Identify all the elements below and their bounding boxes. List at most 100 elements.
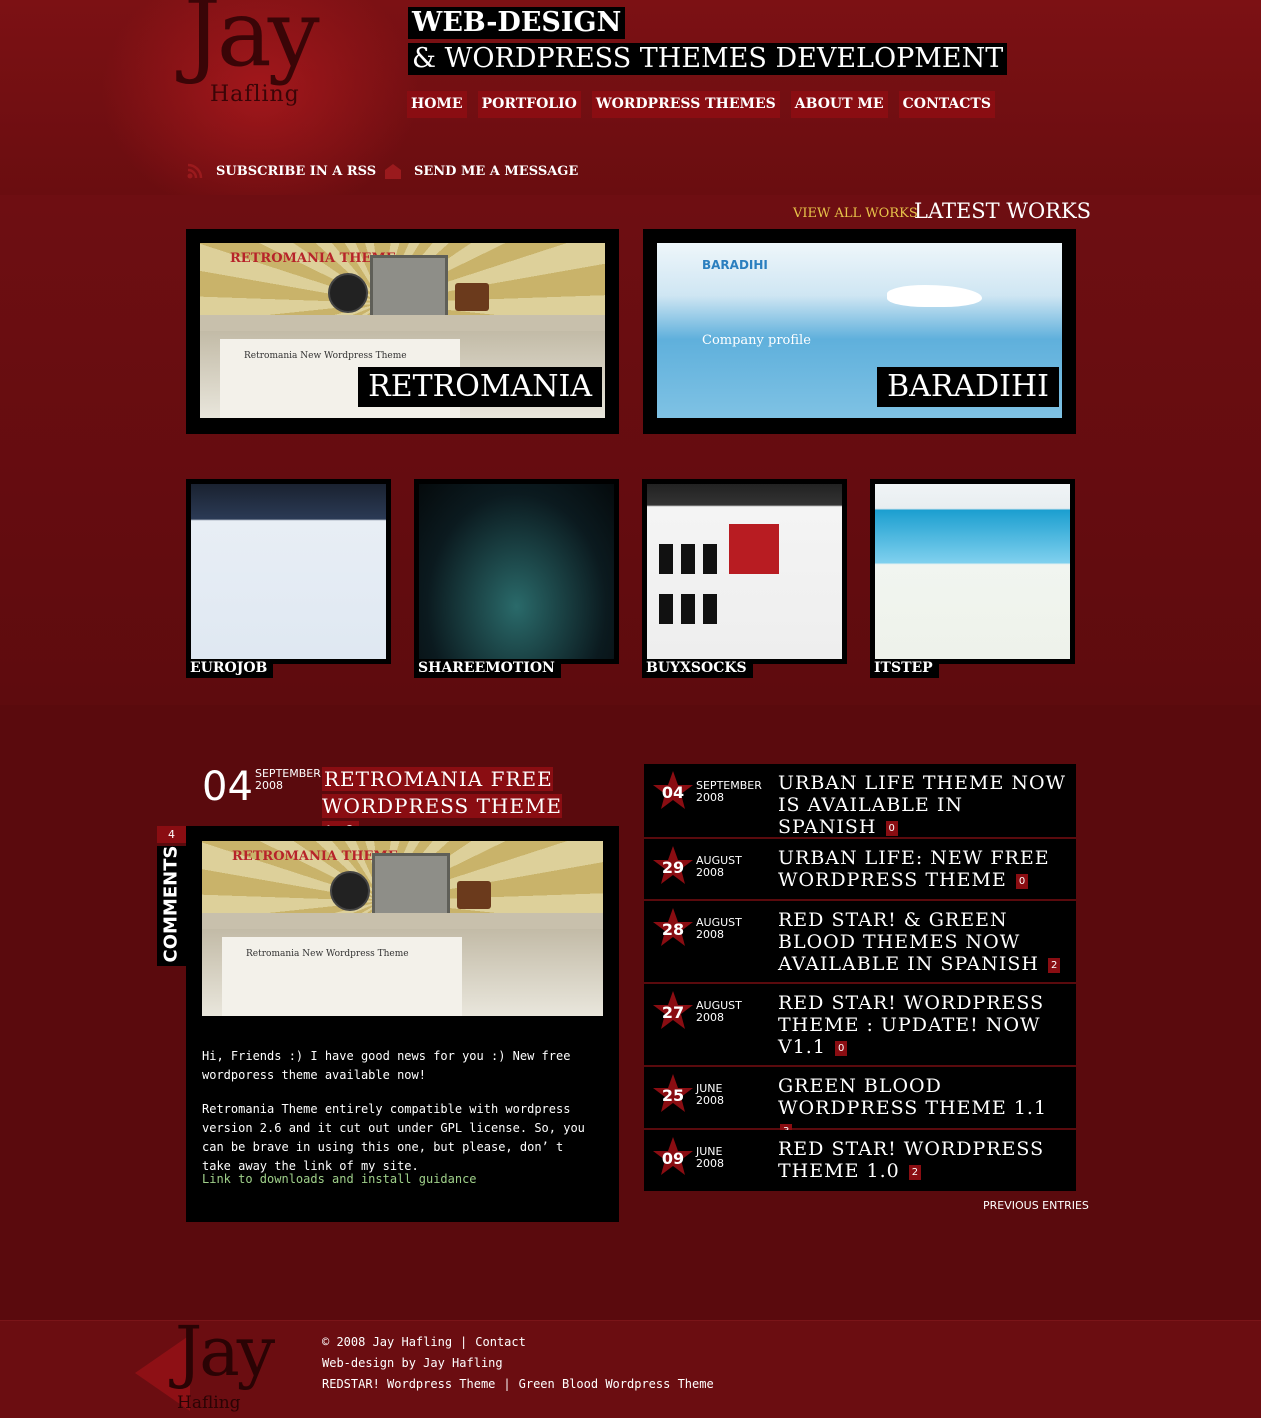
- news-year: 2008: [696, 791, 724, 804]
- site-title-line1: WEB-DESIGN: [408, 7, 626, 39]
- nav-home[interactable]: HOME: [407, 91, 467, 118]
- work-eurojob[interactable]: EUROJOB: [186, 479, 391, 678]
- news-day: 25: [661, 1086, 685, 1105]
- download-link[interactable]: Link to downloads and install guidance: [202, 1172, 477, 1186]
- comment-count-badge[interactable]: 0: [885, 820, 898, 836]
- work-label: SHAREEMOTION: [414, 659, 561, 678]
- message-label: SEND ME A MESSAGE: [414, 163, 579, 179]
- shareemotion-screenshot: [419, 484, 614, 659]
- news-title-text[interactable]: GREEN BLOOD WORDPRESS THEME 1.1: [778, 1075, 1047, 1119]
- logo-sub: Hafling: [210, 82, 300, 107]
- footer-logo[interactable]: Jay Hafling: [135, 1319, 315, 1417]
- retro-screen-post: Retromania New Wordpress Theme: [244, 351, 407, 361]
- work-shareemotion[interactable]: SHAREEMOTION: [414, 479, 619, 678]
- post-screenshot: RETROMANIA THEME Retromania New Wordpres…: [202, 841, 603, 1016]
- work-retromania[interactable]: RETROMANIA THEME Retromania New Wordpres…: [186, 229, 619, 434]
- news-item[interactable]: 27 AUGUST 2008 RED STAR! WORDPRESS THEME : …: [644, 984, 1076, 1065]
- mail-icon: [384, 162, 402, 180]
- news-item[interactable]: 28 AUGUST 2008 RED STAR! & GREEN BLOOD THEM…: [644, 901, 1076, 982]
- news-item[interactable]: 25 JUNE 2008 GREEN BLOOD WORDPRESS THEME 1.…: [644, 1067, 1076, 1139]
- footer-logo-sub: Hafling: [177, 1393, 241, 1413]
- nav-wordpress-themes[interactable]: WORDPRESS THEMES: [591, 91, 780, 118]
- news-title[interactable]: URBAN LIFE THEME NOW IS AVAILABLE IN SPA…: [778, 772, 1068, 838]
- comment-count-badge[interactable]: 0: [834, 1040, 848, 1056]
- send-message-link[interactable]: SEND ME A MESSAGE: [384, 162, 578, 180]
- post-date-day: 04: [202, 764, 253, 810]
- footer-theme-link[interactable]: REDSTAR! Wordpress Theme: [322, 1377, 495, 1391]
- work-buyxsocks[interactable]: BUYXSOCKS: [642, 479, 847, 678]
- footer-copyright: © 2008 Jay Hafling: [322, 1335, 453, 1349]
- work-label: ITSTEP: [870, 659, 939, 678]
- news-title-text[interactable]: URBAN LIFE THEME NOW IS AVAILABLE IN SPA…: [778, 772, 1066, 838]
- news-year: 2008: [696, 928, 724, 941]
- news-year: 2008: [696, 1094, 724, 1107]
- site-title-line2: & WORDPRESS THEMES DEVELOPMENT: [408, 43, 1008, 75]
- main-nav: HOME PORTFOLIO WORDPRESS THEMES ABOUT ME…: [407, 91, 995, 118]
- news-date: AUGUST 2008: [696, 855, 742, 879]
- news-day: 28: [661, 920, 685, 939]
- news-day: 04: [661, 783, 685, 802]
- comment-count-badge[interactable]: 2: [1047, 957, 1061, 973]
- comments-label: COMMENTS: [157, 846, 186, 966]
- news-day: 09: [661, 1149, 685, 1168]
- news-item[interactable]: 09 JUNE 2008 RED STAR! WORDPRESS THEME 1.0 …: [644, 1130, 1076, 1191]
- work-itstep[interactable]: ITSTEP: [870, 479, 1075, 678]
- nav-about-me[interactable]: ABOUT ME: [790, 91, 888, 118]
- footer-line-3: REDSTAR! Wordpress Theme | Green Blood Wor…: [322, 1377, 714, 1391]
- news-title[interactable]: RED STAR! WORDPRESS THEME 1.0 2: [778, 1138, 1068, 1182]
- news-title[interactable]: RED STAR! & GREEN BLOOD THEMES NOW AVAIL…: [778, 909, 1068, 975]
- post-date-month: SEPTEMBER 2008: [255, 768, 321, 792]
- eurojob-screenshot: [191, 484, 386, 659]
- news-title-text[interactable]: RED STAR! WORDPRESS THEME : UPDATE! NOW …: [778, 992, 1044, 1058]
- nav-contacts[interactable]: CONTACTS: [898, 91, 995, 118]
- footer-theme-link[interactable]: Green Blood Wordpress Theme: [519, 1377, 714, 1391]
- site-logo[interactable]: Jay Hafling: [184, 0, 364, 118]
- comments-count: 4: [157, 826, 186, 843]
- latest-works-heading: LATEST WORKS: [914, 199, 1092, 223]
- work-label: RETROMANIA: [358, 367, 602, 407]
- news-day: 29: [661, 858, 685, 877]
- nav-portfolio[interactable]: PORTFOLIO: [477, 91, 581, 118]
- buyxsocks-screenshot: [647, 484, 842, 659]
- news-date: JUNE 2008: [696, 1146, 724, 1170]
- comment-count-badge[interactable]: 2: [908, 1164, 922, 1180]
- news-date: SEPTEMBER 2008: [696, 780, 762, 804]
- news-title-text[interactable]: RED STAR! & GREEN BLOOD THEMES NOW AVAIL…: [778, 909, 1039, 975]
- news-year: 2008: [696, 866, 724, 879]
- comment-count-badge[interactable]: 0: [1015, 873, 1029, 889]
- news-date: AUGUST 2008: [696, 1000, 742, 1024]
- news-title[interactable]: RED STAR! WORDPRESS THEME : UPDATE! NOW …: [778, 992, 1068, 1058]
- bara-screen-heading: Company profile: [702, 333, 811, 348]
- footer-credit: Web-design by Jay Hafling: [322, 1356, 503, 1370]
- news-title[interactable]: URBAN LIFE: NEW FREE WORDPRESS THEME 0: [778, 847, 1068, 891]
- news-year: 2008: [696, 1011, 724, 1024]
- comments-tab[interactable]: 4 COMMENTS: [157, 826, 186, 966]
- footer-line-1: © 2008 Jay Hafling | Contact: [322, 1335, 526, 1349]
- itstep-screenshot: [875, 484, 1070, 659]
- retro-screen-post: Retromania New Wordpress Theme: [246, 949, 409, 959]
- post-paragraph: Retromania Theme entirely compatible wit…: [202, 1102, 585, 1173]
- work-baradihi[interactable]: BARADIHI Company profile BARADIHI: [643, 229, 1076, 434]
- news-item[interactable]: 29 AUGUST 2008 URBAN LIFE: NEW FREE WORDPRE…: [644, 839, 1076, 899]
- logo-main: Jay: [184, 0, 320, 87]
- work-label: BUYXSOCKS: [642, 659, 753, 678]
- footer-logo-main: Jay: [175, 1313, 275, 1392]
- work-label: BARADIHI: [877, 367, 1059, 407]
- featured-post: RETROMANIA THEME Retromania New Wordpres…: [186, 826, 619, 1222]
- post-year-label: 2008: [255, 779, 283, 792]
- view-all-works-link[interactable]: VIEW ALL WORKS: [793, 206, 918, 221]
- news-date: AUGUST 2008: [696, 917, 742, 941]
- previous-entries-link[interactable]: PREVIOUS ENTRIES: [983, 1199, 1089, 1212]
- footer-contact-link[interactable]: Contact: [475, 1335, 526, 1349]
- comments-label-text: COMMENTS: [160, 845, 182, 963]
- news-item[interactable]: 04 SEPTEMBER 2008 URBAN LIFE THEME NOW IS A…: [644, 764, 1076, 838]
- news-date: JUNE 2008: [696, 1083, 724, 1107]
- news-day: 27: [661, 1003, 685, 1022]
- subscribe-rss-link[interactable]: SUBSCRIBE IN A RSS: [186, 162, 376, 180]
- subscribe-label: SUBSCRIBE IN A RSS: [216, 163, 377, 179]
- news-year: 2008: [696, 1157, 724, 1170]
- post-paragraph: Hi, Friends :) I have good news for you …: [202, 1049, 571, 1082]
- bara-screen-logo: BARADIHI: [702, 258, 768, 272]
- news-title-text[interactable]: URBAN LIFE: NEW FREE WORDPRESS THEME: [778, 847, 1050, 891]
- work-label: EUROJOB: [186, 659, 274, 678]
